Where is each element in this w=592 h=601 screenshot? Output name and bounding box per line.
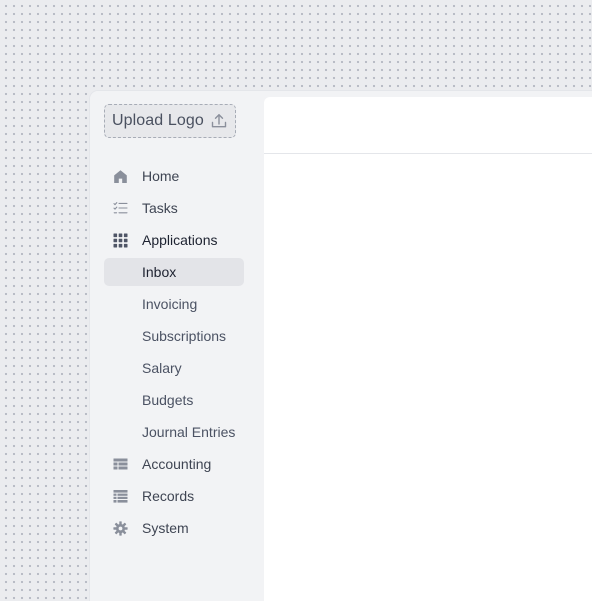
- home-icon: [113, 169, 128, 184]
- sidebar-item-invoicing[interactable]: Invoicing: [104, 290, 244, 318]
- sidebar-item-records[interactable]: Records: [104, 482, 244, 510]
- sidebar-item-label: Invoicing: [142, 296, 198, 312]
- sidebar-item-applications[interactable]: Applications: [104, 226, 244, 254]
- main-content: [264, 97, 592, 601]
- sidebar-item-label: System: [142, 520, 189, 536]
- app-window: Upload Logo Home Tasks Applications Inbo…: [90, 91, 592, 601]
- sidebar-item-label: Inbox: [142, 264, 177, 280]
- gear-icon: [113, 521, 128, 536]
- sidebar-item-accounting[interactable]: Accounting: [104, 450, 244, 478]
- sidebar-item-label: Budgets: [142, 392, 194, 408]
- sidebar-item-system[interactable]: System: [104, 514, 244, 542]
- upload-icon: [210, 112, 228, 130]
- sidebar-item-label: Tasks: [142, 200, 178, 216]
- main-header: [264, 97, 592, 154]
- tasks-icon: [113, 201, 128, 216]
- table-icon: [113, 457, 128, 472]
- sidebar-item-label: Journal Entries: [142, 424, 236, 440]
- sidebar-item-budgets[interactable]: Budgets: [104, 386, 244, 414]
- sidebar-item-salary[interactable]: Salary: [104, 354, 244, 382]
- sidebar-item-label: Subscriptions: [142, 328, 227, 344]
- sidebar-item-journal-entries[interactable]: Journal Entries: [104, 418, 244, 446]
- grid-icon: [113, 233, 128, 248]
- records-icon: [113, 489, 128, 504]
- sidebar-item-home[interactable]: Home: [104, 162, 244, 190]
- sidebar-item-label: Accounting: [142, 456, 212, 472]
- upload-logo-button[interactable]: Upload Logo: [104, 104, 236, 138]
- sidebar: Upload Logo Home Tasks Applications Inbo…: [90, 91, 264, 601]
- sidebar-item-subscriptions[interactable]: Subscriptions: [104, 322, 244, 350]
- sidebar-item-label: Home: [142, 168, 180, 184]
- sidebar-nav: Home Tasks Applications Inbox Invoicing …: [104, 162, 244, 546]
- sidebar-item-inbox[interactable]: Inbox: [104, 258, 244, 286]
- sidebar-item-tasks[interactable]: Tasks: [104, 194, 244, 222]
- sidebar-item-label: Applications: [142, 232, 218, 248]
- upload-logo-label: Upload Logo: [112, 112, 204, 129]
- sidebar-item-label: Records: [142, 488, 195, 504]
- sidebar-item-label: Salary: [142, 360, 182, 376]
